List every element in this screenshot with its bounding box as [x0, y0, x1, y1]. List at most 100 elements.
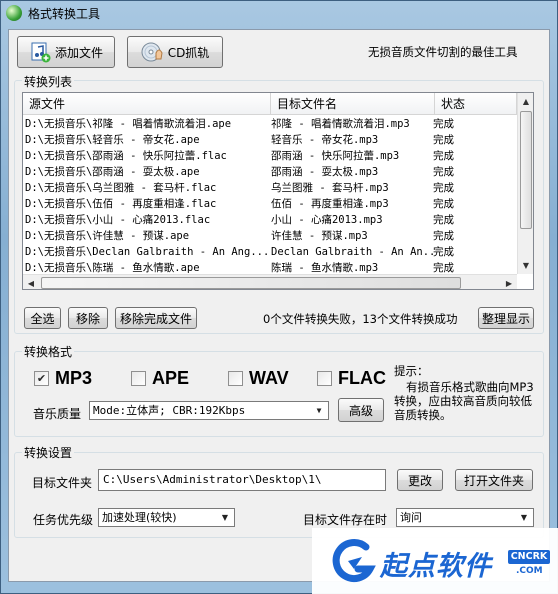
conversion-summary: 0个文件转换失败，13个文件转换成功: [263, 312, 458, 326]
open-folder-button[interactable]: 打开文件夹: [455, 469, 533, 491]
column-header-status[interactable]: 状态: [435, 93, 517, 115]
add-file-button[interactable]: 添加文件: [17, 36, 115, 68]
add-file-label: 添加文件: [54, 45, 103, 60]
format-option-flac[interactable]: FLAC: [317, 368, 386, 389]
target-file-cell: Declan Galbraith - An An...: [271, 246, 433, 258]
horizontal-scrollbar[interactable]: ◀ ▶: [23, 274, 517, 289]
remove-button[interactable]: 移除: [68, 307, 108, 329]
table-row[interactable]: D:\无损音乐\祁隆 - 唱着情歌流着泪.ape 祁隆 - 唱着情歌流着泪.mp3…: [23, 116, 517, 132]
priority-label: 任务优先级: [33, 513, 94, 527]
horizontal-scroll-thumb[interactable]: [41, 277, 461, 289]
scroll-right-icon[interactable]: ▶: [501, 275, 517, 289]
table-row[interactable]: D:\无损音乐\伍佰 - 再度重相逢.flac 伍佰 - 再度重相逢.mp3 完成: [23, 196, 517, 212]
add-music-file-icon: [31, 42, 51, 63]
target-file-cell: 伍佰 - 再度重相逢.mp3: [271, 198, 389, 210]
source-file-cell: D:\无损音乐\乌兰图雅 - 套马杆.flac: [25, 182, 217, 194]
hint-text: 有损音乐格式歌曲向MP3转换，应由较高音质向较低音质转换。: [394, 380, 534, 422]
file-list[interactable]: 源文件 目标文件名 状态 D:\无损音乐\祁隆 - 唱着情歌流着泪.ape 祁隆 …: [22, 92, 534, 290]
hint-title: 提示：: [394, 364, 429, 378]
watermark-suffix: .COM: [516, 566, 543, 576]
ape-label: APE: [152, 368, 190, 388]
tidy-display-button[interactable]: 整理显示: [478, 307, 534, 329]
cd-rip-label: CD抓轨: [167, 45, 210, 60]
file-exists-label: 目标文件存在时: [303, 513, 388, 527]
flac-label: FLAC: [338, 368, 386, 388]
quality-select[interactable]: Mode:立体声; CBR:192Kbps ▼: [89, 401, 329, 420]
select-all-button[interactable]: 全选: [24, 307, 61, 329]
status-cell: 完成: [433, 246, 454, 258]
flac-checkbox[interactable]: [317, 371, 332, 386]
watermark-logo-icon: [332, 539, 376, 582]
priority-value: 加速处理(较快): [102, 511, 177, 524]
slogan-text: 无损音质文件切割的最佳工具: [368, 45, 518, 59]
scroll-down-icon[interactable]: ▼: [518, 257, 533, 273]
target-file-cell: 乌兰图雅 - 套马杆.mp3: [271, 182, 389, 194]
target-file-cell: 小山 - 心痛2013.mp3: [271, 214, 383, 226]
source-file-cell: D:\无损音乐\轻音乐 - 帝女花.ape: [25, 134, 200, 146]
scroll-up-icon[interactable]: ▲: [518, 93, 533, 109]
table-row[interactable]: D:\无损音乐\乌兰图雅 - 套马杆.flac 乌兰图雅 - 套马杆.mp3 完成: [23, 180, 517, 196]
convert-list-title: 转换列表: [22, 73, 75, 90]
app-icon: [6, 5, 22, 21]
cd-disc-icon: [141, 42, 163, 62]
target-file-cell: 邵雨涵 - 耍太极.mp3: [271, 166, 379, 178]
status-cell: 完成: [433, 150, 454, 162]
target-file-cell: 祁隆 - 唱着情歌流着泪.mp3: [271, 118, 410, 130]
wav-checkbox[interactable]: [228, 371, 243, 386]
mp3-checkbox[interactable]: ✔: [34, 371, 49, 386]
format-option-wav[interactable]: WAV: [228, 368, 289, 389]
source-file-cell: D:\无损音乐\邵雨涵 - 快乐阿拉蕾.flac: [25, 150, 227, 162]
target-folder-label: 目标文件夹: [32, 476, 93, 490]
priority-select[interactable]: 加速处理(较快) ▼: [98, 508, 235, 527]
file-exists-value: 询问: [400, 511, 422, 524]
source-file-cell: D:\无损音乐\小山 - 心痛2013.flac: [25, 214, 211, 226]
target-file-cell: 许佳慧 - 预谋.mp3: [271, 230, 368, 242]
convert-format-title: 转换格式: [22, 343, 75, 360]
status-cell: 完成: [433, 118, 454, 130]
chevron-down-icon: ▼: [316, 406, 322, 415]
chevron-down-icon: ▼: [221, 513, 229, 522]
table-row[interactable]: D:\无损音乐\许佳慧 - 预谋.ape 许佳慧 - 预谋.mp3 完成: [23, 228, 517, 244]
title-bar[interactable]: 格式转换工具: [0, 0, 558, 26]
wav-label: WAV: [249, 368, 289, 388]
watermark-brand: 起点软件: [380, 551, 492, 582]
column-header-source[interactable]: 源文件: [23, 93, 271, 115]
chevron-down-icon: ▼: [520, 513, 528, 522]
status-cell: 完成: [433, 198, 454, 210]
window-title: 格式转换工具: [28, 7, 101, 21]
source-file-cell: D:\无损音乐\祁隆 - 唱着情歌流着泪.ape: [25, 118, 232, 130]
quality-value: Mode:立体声; CBR:192Kbps: [93, 404, 246, 417]
cd-rip-button[interactable]: CD抓轨: [127, 36, 223, 68]
table-row[interactable]: D:\无损音乐\轻音乐 - 帝女花.ape 轻音乐 - 帝女花.mp3 完成: [23, 132, 517, 148]
watermark-domain: CNCRK: [508, 550, 550, 564]
target-file-cell: 轻音乐 - 帝女花.mp3: [271, 134, 379, 146]
vertical-scrollbar[interactable]: ▲ ▼: [517, 93, 533, 274]
table-row[interactable]: D:\无损音乐\Declan Galbraith - An Ang... Decl…: [23, 244, 517, 260]
status-cell: 完成: [433, 214, 454, 226]
target-file-cell: 邵雨涵 - 快乐阿拉蕾.mp3: [271, 150, 400, 162]
source-file-cell: D:\无损音乐\伍佰 - 再度重相逢.flac: [25, 198, 217, 210]
table-row[interactable]: D:\无损音乐\小山 - 心痛2013.flac 小山 - 心痛2013.mp3 完…: [23, 212, 517, 228]
remove-completed-button[interactable]: 移除完成文件: [115, 307, 197, 329]
format-option-ape[interactable]: APE: [131, 368, 189, 389]
file-exists-select[interactable]: 询问 ▼: [396, 508, 534, 527]
source-file-cell: D:\无损音乐\许佳慧 - 预谋.ape: [25, 230, 190, 242]
convert-settings-title: 转换设置: [22, 444, 75, 461]
change-folder-button[interactable]: 更改: [397, 469, 443, 491]
source-file-cell: D:\无损音乐\邵雨涵 - 耍太极.ape: [25, 166, 200, 178]
table-row[interactable]: D:\无损音乐\邵雨涵 - 快乐阿拉蕾.flac 邵雨涵 - 快乐阿拉蕾.mp3 完…: [23, 148, 517, 164]
status-cell: 完成: [433, 182, 454, 194]
status-cell: 完成: [433, 166, 454, 178]
source-file-cell: D:\无损音乐\Declan Galbraith - An Ang...: [25, 246, 269, 258]
mp3-label: MP3: [55, 368, 93, 388]
column-header-target[interactable]: 目标文件名: [271, 93, 435, 115]
advanced-button[interactable]: 高级: [338, 398, 384, 422]
ape-checkbox[interactable]: [131, 371, 146, 386]
vertical-scroll-thumb[interactable]: [520, 111, 532, 229]
status-cell: 完成: [433, 230, 454, 242]
status-cell: 完成: [433, 134, 454, 146]
format-option-mp3[interactable]: ✔ MP3: [34, 368, 92, 389]
table-row[interactable]: D:\无损音乐\邵雨涵 - 耍太极.ape 邵雨涵 - 耍太极.mp3 完成: [23, 164, 517, 180]
target-folder-input[interactable]: C:\Users\Administrator\Desktop\1\: [98, 469, 386, 491]
scroll-left-icon[interactable]: ◀: [23, 275, 39, 289]
